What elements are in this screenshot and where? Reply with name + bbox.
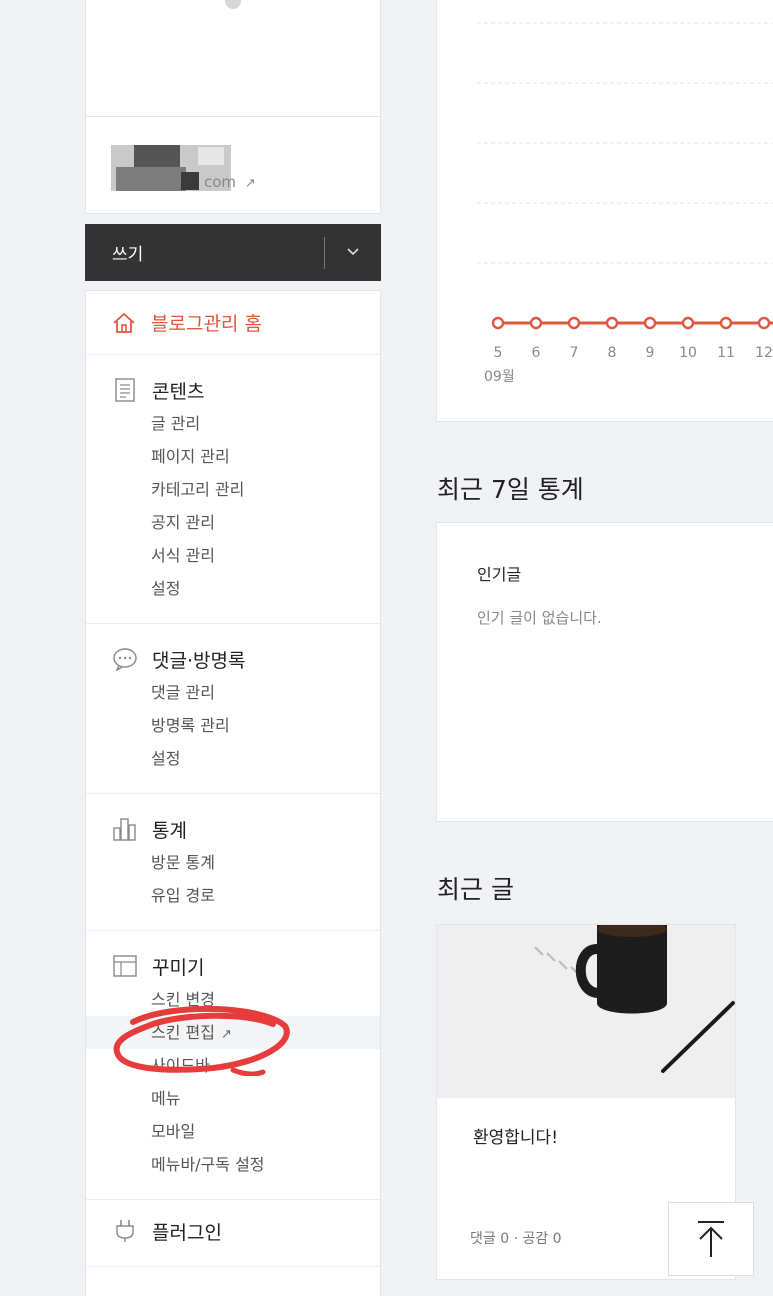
data-point[interactable]	[719, 316, 733, 330]
sidebar-item-posts[interactable]: 글 관리	[86, 407, 380, 440]
x-tick-label: 11	[717, 345, 735, 361]
sidebar-item-comment-manage[interactable]: 댓글 관리	[86, 676, 380, 709]
sidebar-item-menu[interactable]: 메뉴	[86, 1082, 380, 1115]
sidebar-item-design[interactable]: 꾸미기	[86, 949, 380, 983]
x-tick-label: 8	[608, 345, 617, 361]
section-title: 통계	[152, 819, 187, 842]
section-title: 꾸미기	[152, 956, 205, 979]
sidebar-item-menubar-subscribe[interactable]: 메뉴바/구독 설정	[86, 1148, 380, 1181]
x-tick-label: 10	[679, 345, 697, 361]
sidebar-item-notices[interactable]: 공지 관리	[86, 506, 380, 539]
sidebar-item-templates[interactable]: 서식 관리	[86, 539, 380, 572]
menu-section-content: 콘텐츠 글 관리 페이지 관리 카테고리 관리 공지 관리 서식 관리 설정	[86, 355, 380, 624]
external-link-icon: ↗	[220, 1027, 232, 1042]
popular-empty-text: 인기 글이 없습니다.	[477, 609, 602, 627]
document-icon	[112, 377, 138, 403]
sidebar-item-sidebar[interactable]: 사이드바	[86, 1049, 380, 1082]
section-title: 플러그인	[152, 1221, 222, 1244]
admin-sidebar-menu: 블로그관리 홈 콘텐츠 글 관리 페이지 관리 카테고리 관리 공지 관리 서식…	[85, 290, 381, 1296]
sidebar-item-content-settings[interactable]: 설정	[86, 572, 380, 605]
write-bar: 쓰기	[85, 224, 381, 281]
sidebar-item-skin-change[interactable]: 스킨 변경	[86, 983, 380, 1016]
bar-chart-icon	[112, 816, 138, 842]
arrow-up-icon	[698, 1221, 724, 1257]
profile-avatar-dot	[225, 0, 241, 9]
scroll-to-top-button[interactable]	[668, 1202, 754, 1276]
menu-section-plugin: 플러그인	[86, 1200, 380, 1267]
x-tick-label: 12	[755, 345, 773, 361]
sidebar-item-mobile[interactable]: 모바일	[86, 1115, 380, 1148]
speech-bubble-icon	[112, 646, 138, 672]
redacted-block	[198, 147, 224, 165]
post-title[interactable]: 환영합니다!	[473, 1123, 558, 1148]
sidebar-item-guestbook-manage[interactable]: 방명록 관리	[86, 709, 380, 742]
sidebar-item-visit-stats[interactable]: 방문 통계	[86, 846, 380, 879]
write-button[interactable]: 쓰기	[85, 240, 324, 265]
menu-section-design: 꾸미기 스킨 변경 스킨 편집 ↗ 사이드바 메뉴 모바일 메뉴바/구독 설정	[86, 931, 380, 1200]
plug-icon	[112, 1218, 138, 1244]
sidebar-item-skin-edit[interactable]: 스킨 편집 ↗	[86, 1016, 380, 1049]
sidebar-item-categories[interactable]: 카테고리 관리	[86, 473, 380, 506]
post-thumbnail[interactable]	[437, 925, 735, 1098]
sidebar-item-label: 블로그관리 홈	[151, 313, 262, 335]
recent-section-title: 최근 글	[437, 875, 514, 904]
sidebar-item-stats[interactable]: 통계	[86, 812, 380, 846]
sidebar-item-label: 스킨 편집	[151, 1023, 215, 1042]
x-tick-label: 9	[646, 345, 655, 361]
data-point[interactable]	[605, 316, 619, 330]
x-tick-label: 5	[494, 345, 503, 361]
redacted-block	[134, 145, 180, 167]
data-point[interactable]	[681, 316, 695, 330]
visitor-chart-card: 5 6 7 8 9 10 11 12 09월	[436, 0, 773, 422]
layout-icon	[112, 953, 138, 979]
data-point[interactable]	[643, 316, 657, 330]
popular-posts-card: 인기글 인기 글이 없습니다.	[436, 522, 773, 822]
x-tick-label: 7	[570, 345, 579, 361]
sidebar-item-plugin[interactable]: 플러그인	[86, 1214, 380, 1248]
redacted-block	[116, 167, 186, 191]
data-point[interactable]	[567, 316, 581, 330]
external-link-icon: ↗	[244, 176, 256, 191]
redacted-block	[181, 172, 199, 190]
stats-section-title: 최근 7일 통계	[437, 475, 584, 504]
sidebar-item-comment-settings[interactable]: 설정	[86, 742, 380, 775]
popular-heading: 인기글	[477, 565, 522, 584]
sidebar-item-home[interactable]: 블로그관리 홈	[86, 291, 380, 355]
section-title: 콘텐츠	[152, 380, 205, 403]
visitor-line-chart: 5 6 7 8 9 10 11 12 09월	[477, 22, 773, 385]
sidebar-item-referrers[interactable]: 유입 경로	[86, 879, 380, 912]
data-point[interactable]	[529, 316, 543, 330]
sidebar-item-pages[interactable]: 페이지 관리	[86, 440, 380, 473]
home-icon	[111, 310, 137, 336]
x-month-label: 09월	[484, 369, 515, 385]
section-title: 댓글·방명록	[152, 649, 246, 672]
x-tick-label: 6	[532, 345, 541, 361]
data-point[interactable]	[757, 316, 771, 330]
sidebar-item-content[interactable]: 콘텐츠	[86, 373, 380, 407]
sidebar-item-comments[interactable]: 댓글·방명록	[86, 642, 380, 676]
blog-info: com ↗	[85, 116, 381, 214]
post-meta: 댓글 0 · 공감 0	[470, 1231, 562, 1247]
chevron-down-icon[interactable]	[325, 245, 381, 261]
profile-panel	[85, 0, 381, 116]
data-point[interactable]	[491, 316, 505, 330]
blog-url-link[interactable]: com ↗	[204, 173, 256, 191]
menu-section-comments: 댓글·방명록 댓글 관리 방명록 관리 설정	[86, 624, 380, 794]
menu-section-stats: 통계 방문 통계 유입 경로	[86, 794, 380, 931]
blog-url-text: com	[204, 173, 237, 191]
